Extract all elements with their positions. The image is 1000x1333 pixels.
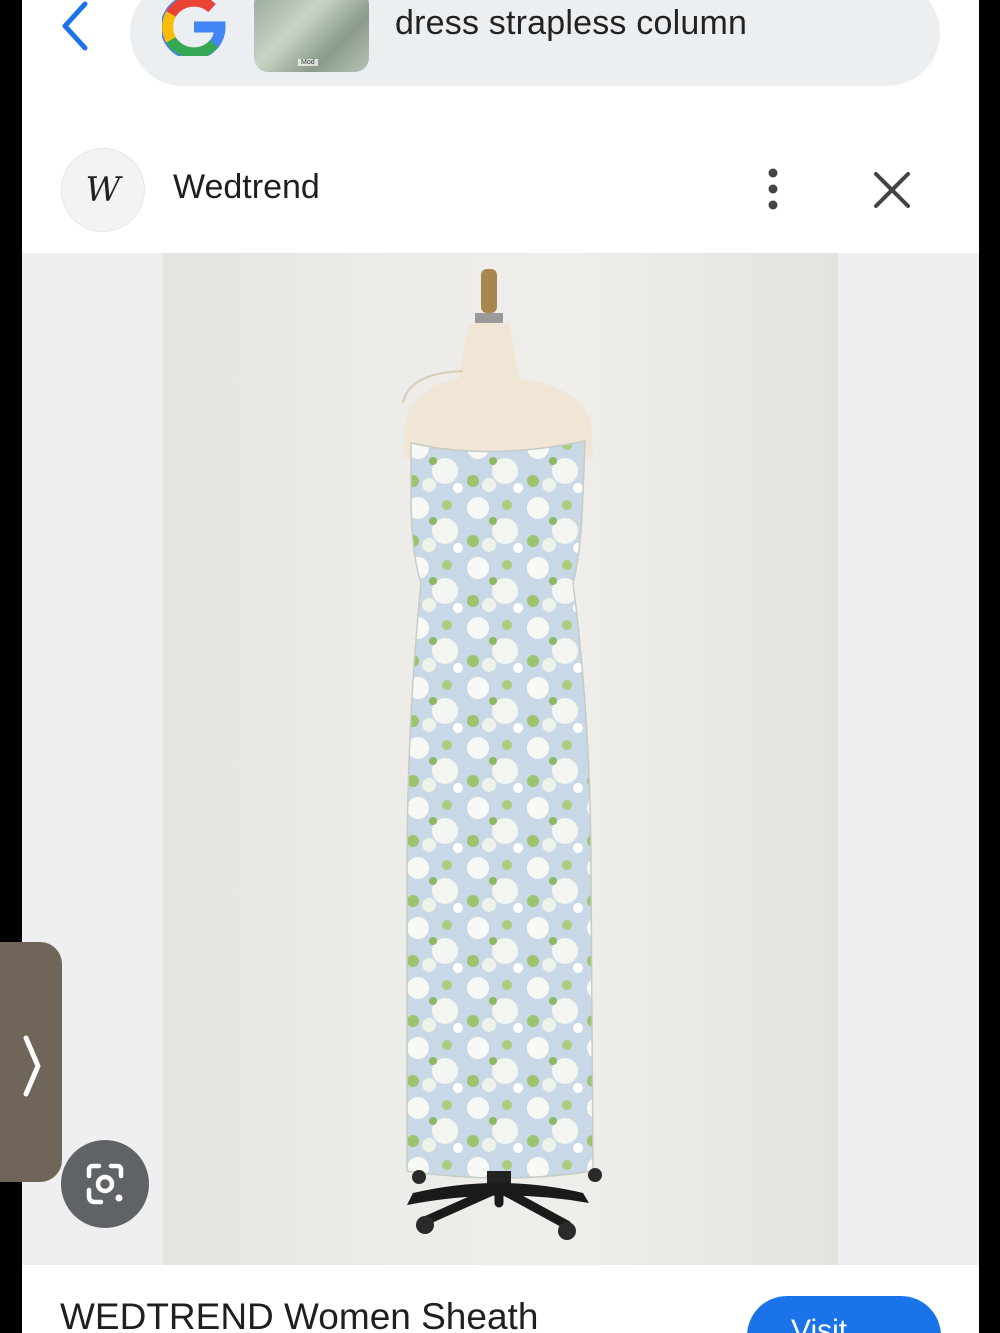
more-options-button[interactable]	[757, 165, 789, 213]
google-lens-button[interactable]	[61, 1140, 149, 1228]
google-lens-icon	[86, 1163, 124, 1205]
close-icon	[874, 172, 910, 208]
chevron-left-icon	[62, 1, 88, 51]
side-panel-handle[interactable]	[0, 942, 62, 1182]
product-image[interactable]	[163, 253, 838, 1265]
visit-button[interactable]: Visit	[747, 1296, 941, 1333]
dress-on-mannequin-illustration	[402, 269, 602, 1240]
site-logo[interactable]: W	[61, 148, 145, 232]
back-button[interactable]	[57, 0, 97, 55]
site-logo-letter: W	[85, 170, 121, 210]
thumbnail-tag: Mod	[298, 59, 318, 66]
search-query-text[interactable]: dress strapless column	[395, 4, 747, 43]
visit-button-label: Visit	[791, 1314, 848, 1333]
close-button[interactable]	[870, 168, 914, 212]
site-name[interactable]: Wedtrend	[173, 168, 320, 207]
vertical-dots-icon	[768, 168, 778, 210]
image-viewer	[22, 253, 979, 1265]
product-title[interactable]: WEDTREND Women Sheath	[60, 1296, 538, 1333]
app-screen: Mod dress strapless column W Wedtrend WE…	[22, 0, 979, 1333]
query-image-thumbnail[interactable]: Mod	[254, 0, 369, 72]
google-g-icon	[160, 0, 226, 60]
google-logo[interactable]	[160, 0, 226, 60]
chevron-right-icon	[23, 1035, 41, 1097]
